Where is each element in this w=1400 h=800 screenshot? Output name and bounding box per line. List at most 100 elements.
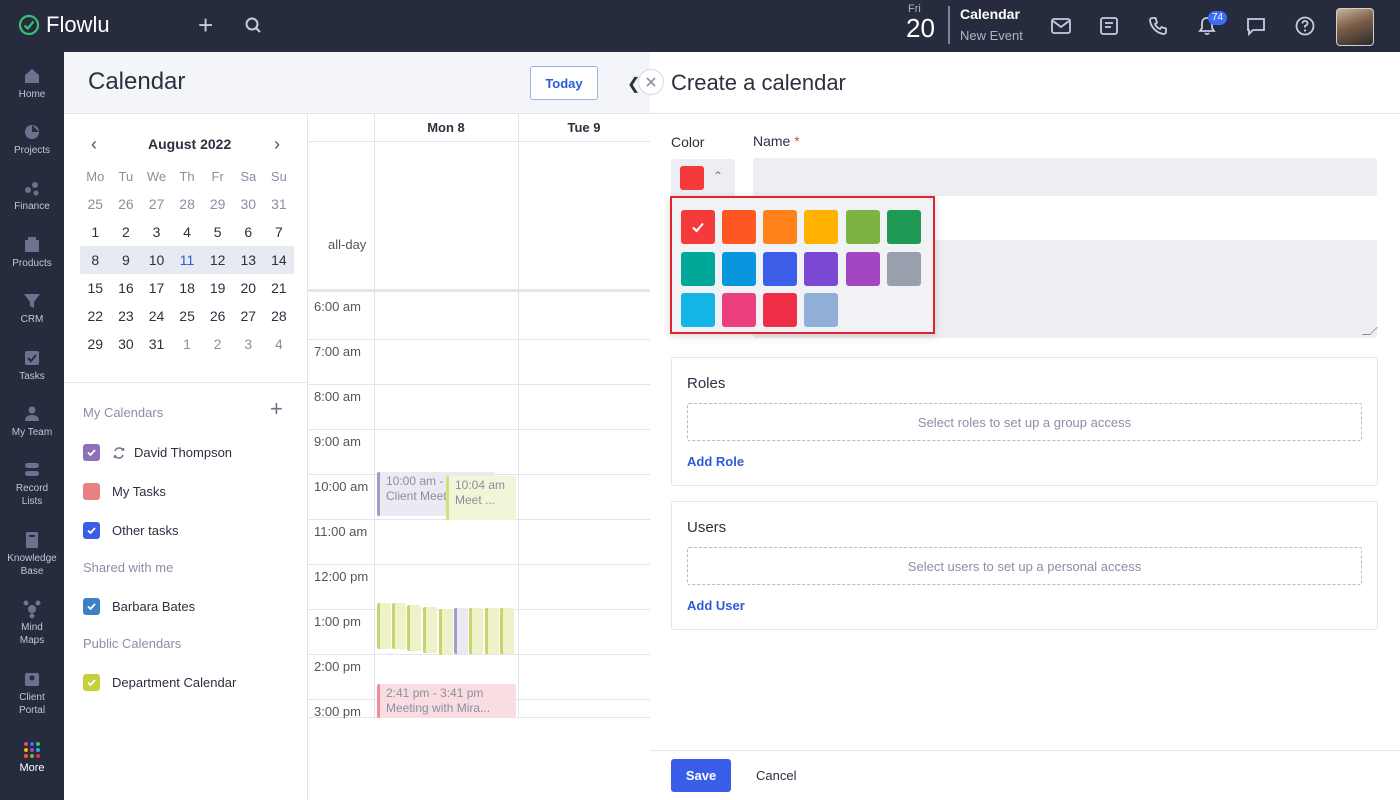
today-button[interactable]: Today	[530, 66, 598, 100]
day-cell[interactable]: 13	[233, 252, 264, 268]
name-input[interactable]	[753, 158, 1377, 196]
user-avatar[interactable]	[1336, 8, 1374, 46]
sidebar-item-crm[interactable]: CRM	[0, 291, 64, 326]
sidebar-item-home[interactable]: Home	[0, 66, 64, 101]
phone-icon[interactable]	[1147, 15, 1169, 37]
day-cell[interactable]: 22	[80, 308, 111, 324]
day-cell-today[interactable]: 11	[172, 252, 203, 268]
sidebar-item-record-lists[interactable]: Record Lists	[0, 460, 64, 508]
page-subtitle-top[interactable]: New Event	[960, 28, 1023, 43]
color-select[interactable]: ⌃	[671, 159, 735, 197]
calendar-event[interactable]: 10:04 am Meet ...	[446, 476, 516, 520]
day-cell[interactable]: 10	[141, 252, 172, 268]
sidebar-item-tasks[interactable]: Tasks	[0, 348, 64, 383]
checkbox-icon[interactable]	[83, 444, 100, 461]
next-month-icon[interactable]: ›	[274, 134, 280, 155]
day-header-mon[interactable]: Mon 8	[374, 114, 518, 142]
day-cell[interactable]: 24	[141, 308, 172, 324]
color-option[interactable]	[846, 252, 880, 286]
color-option[interactable]	[804, 293, 838, 327]
sidebar-item-mind-maps[interactable]: Mind Maps	[0, 599, 64, 647]
color-option[interactable]	[763, 293, 797, 327]
day-cell[interactable]: 4	[172, 224, 203, 240]
day-cell[interactable]: 20	[233, 280, 264, 296]
calendar-event[interactable]	[439, 609, 453, 655]
day-cell[interactable]: 31	[264, 196, 295, 212]
sidebar-item-projects[interactable]: Projects	[0, 122, 64, 157]
day-header-tue[interactable]: Tue 9	[518, 114, 650, 142]
search-icon[interactable]	[244, 16, 264, 36]
calendar-entry-department[interactable]: Department Calendar	[83, 674, 236, 691]
color-option[interactable]	[763, 210, 797, 244]
calendar-event[interactable]	[423, 607, 437, 653]
color-option[interactable]	[763, 252, 797, 286]
day-cell[interactable]: 6	[233, 224, 264, 240]
day-cell[interactable]: 16	[111, 280, 142, 296]
calendar-event[interactable]	[500, 608, 514, 654]
calendar-event[interactable]	[469, 608, 483, 654]
day-cell[interactable]: 1	[172, 336, 203, 352]
roles-select[interactable]: Select roles to set up a group access	[687, 403, 1362, 441]
calendar-entry-barbara[interactable]: Barbara Bates	[83, 598, 195, 615]
color-option-selected[interactable]	[681, 210, 715, 244]
day-cell[interactable]: 28	[172, 196, 203, 212]
day-cell[interactable]: 30	[111, 336, 142, 352]
sidebar-item-more[interactable]: More	[0, 740, 64, 775]
calendar-entry-other-tasks[interactable]: Other tasks	[83, 522, 178, 539]
day-cell[interactable]: 31	[141, 336, 172, 352]
day-cell[interactable]: 5	[202, 224, 233, 240]
day-cell[interactable]: 25	[172, 308, 203, 324]
calendar-event[interactable]: 2:41 pm - 3:41 pm Meeting with Mira...	[377, 684, 516, 718]
sidebar-item-client-portal[interactable]: Client Portal	[0, 669, 64, 717]
color-option[interactable]	[804, 252, 838, 286]
day-cell[interactable]: 7	[264, 224, 295, 240]
calendar-event[interactable]	[377, 603, 391, 649]
day-cell[interactable]: 4	[264, 336, 295, 352]
notes-icon[interactable]	[1098, 15, 1120, 37]
save-button[interactable]: Save	[671, 759, 731, 792]
resize-handle-icon[interactable]	[1362, 327, 1378, 335]
day-cell[interactable]: 14	[264, 252, 295, 268]
day-cell[interactable]: 12	[202, 252, 233, 268]
day-cell[interactable]: 26	[111, 196, 142, 212]
color-option[interactable]	[887, 210, 921, 244]
color-option[interactable]	[681, 252, 715, 286]
add-user-link[interactable]: Add User	[687, 598, 745, 613]
close-button[interactable]	[638, 69, 664, 95]
day-cell[interactable]: 27	[141, 196, 172, 212]
day-cell[interactable]: 27	[233, 308, 264, 324]
checkbox-icon[interactable]	[83, 598, 100, 615]
day-cell[interactable]: 18	[172, 280, 203, 296]
color-option[interactable]	[722, 293, 756, 327]
flowlu-logo[interactable]: Flowlu	[18, 12, 110, 38]
color-option[interactable]	[722, 252, 756, 286]
sidebar-item-finance[interactable]: Finance	[0, 178, 64, 213]
color-option[interactable]	[681, 293, 715, 327]
day-cell[interactable]: 30	[233, 196, 264, 212]
color-option[interactable]	[887, 252, 921, 286]
calendar-event[interactable]	[454, 608, 468, 654]
sidebar-item-knowledge-base[interactable]: Knowledge Base	[0, 530, 64, 578]
calendar-event[interactable]	[407, 605, 421, 651]
day-cell[interactable]: 17	[141, 280, 172, 296]
day-cell[interactable]: 29	[80, 336, 111, 352]
add-role-link[interactable]: Add Role	[687, 454, 744, 469]
day-cell[interactable]: 19	[202, 280, 233, 296]
chat-icon[interactable]	[1245, 15, 1267, 37]
day-cell[interactable]: 23	[111, 308, 142, 324]
color-option[interactable]	[722, 210, 756, 244]
help-icon[interactable]	[1294, 15, 1316, 37]
day-cell[interactable]: 2	[202, 336, 233, 352]
day-cell[interactable]: 1	[80, 224, 111, 240]
day-cell[interactable]: 15	[80, 280, 111, 296]
checkbox-icon[interactable]	[83, 522, 100, 539]
color-option[interactable]	[846, 210, 880, 244]
calendar-entry-my-tasks[interactable]: My Tasks	[83, 483, 166, 500]
day-cell[interactable]: 25	[80, 196, 111, 212]
sidebar-item-my-team[interactable]: My Team	[0, 404, 64, 439]
day-cell[interactable]: 29	[202, 196, 233, 212]
color-option[interactable]	[804, 210, 838, 244]
mail-icon[interactable]	[1050, 15, 1072, 37]
calendar-event[interactable]	[485, 608, 499, 654]
users-select[interactable]: Select users to set up a personal access	[687, 547, 1362, 585]
